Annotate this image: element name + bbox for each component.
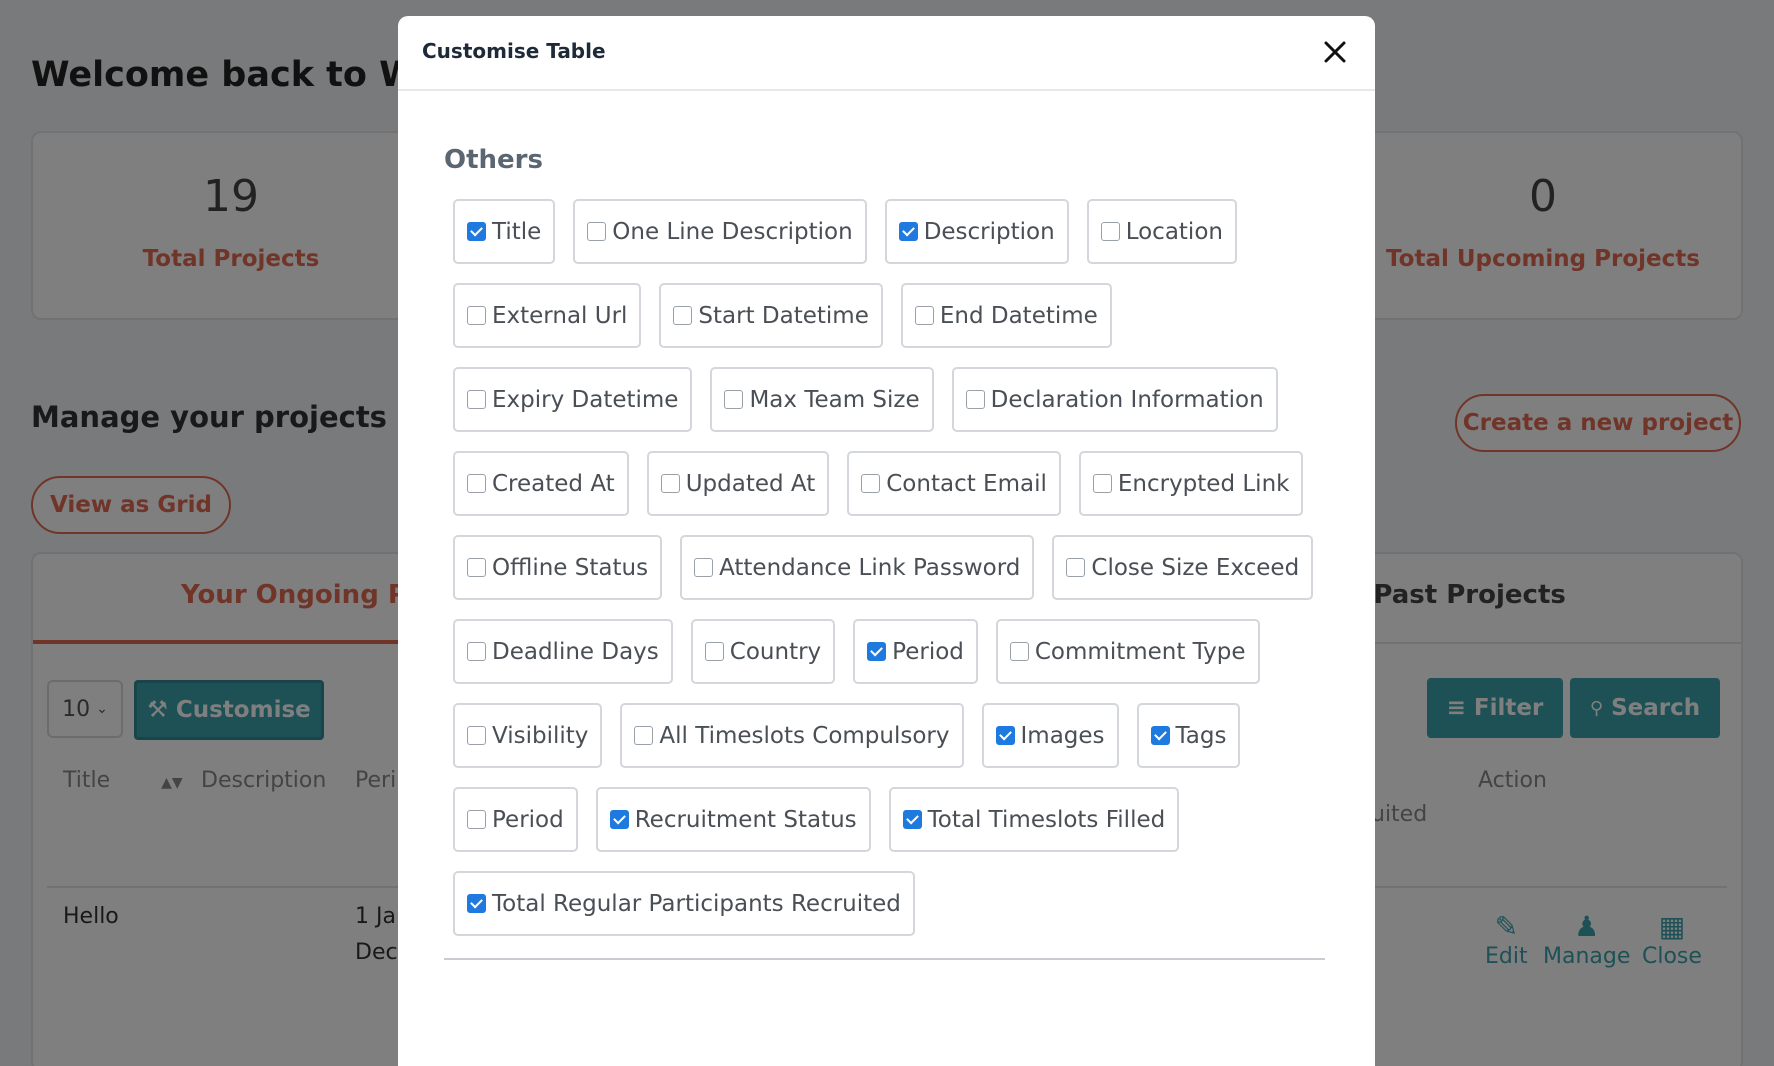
checkbox-unchecked[interactable]	[467, 306, 486, 325]
column-option-label: Contact Email	[886, 470, 1047, 497]
checkbox-checked[interactable]	[867, 642, 887, 661]
column-option[interactable]: Expiry Datetime	[453, 367, 693, 432]
column-option-label: Total Regular Participants Recruited	[492, 890, 901, 917]
checkbox-checked[interactable]	[467, 894, 486, 913]
checkbox-unchecked[interactable]	[1092, 474, 1112, 493]
column-option-label: All Timeslots Compulsory	[659, 722, 950, 749]
column-option[interactable]: Deadline Days	[453, 619, 673, 684]
checkbox-unchecked[interactable]	[467, 474, 486, 493]
column-option-label: Updated At	[685, 470, 816, 497]
checkbox-unchecked[interactable]	[724, 390, 744, 409]
column-option[interactable]: Title	[453, 199, 556, 264]
column-option[interactable]: Attendance Link Password	[680, 535, 1035, 600]
column-option[interactable]: Country	[690, 619, 836, 684]
column-option[interactable]: Description	[884, 199, 1069, 264]
checkbox-unchecked[interactable]	[467, 558, 486, 577]
column-option[interactable]: Images	[981, 703, 1119, 768]
column-option-label: One Line Description	[612, 218, 853, 245]
column-option-label: Title	[492, 218, 542, 245]
column-option-label: Commitment Type	[1034, 638, 1246, 665]
section-title: Others	[444, 145, 543, 175]
column-option[interactable]: Encrypted Link	[1078, 451, 1304, 516]
checkbox-checked[interactable]	[995, 726, 1015, 745]
column-option-label: Expiry Datetime	[492, 386, 679, 413]
column-option-label: Total Timeslots Filled	[927, 806, 1166, 833]
column-option[interactable]: Location	[1086, 199, 1237, 264]
customise-table-modal: Customise Table Others Title One Line Des…	[398, 16, 1375, 1066]
column-option-label: Visibility	[492, 722, 589, 749]
column-option[interactable]: End Datetime	[900, 283, 1112, 348]
column-option-label: Images	[1020, 722, 1105, 749]
modal-body: Others Title One Line Description Descript…	[398, 145, 1375, 960]
checkbox-unchecked[interactable]	[704, 642, 724, 661]
modal-title: Customise Table	[422, 39, 606, 63]
checkbox-checked[interactable]	[467, 222, 486, 241]
column-option-label: External Url	[492, 302, 628, 329]
column-option-label: Start Datetime	[698, 302, 869, 329]
column-option[interactable]: Created At	[453, 451, 629, 516]
checkbox-unchecked[interactable]	[467, 390, 486, 409]
column-option-label: Description	[923, 218, 1055, 245]
column-option[interactable]: Start Datetime	[659, 283, 883, 348]
checkbox-checked[interactable]	[1150, 726, 1170, 745]
modal-divider	[444, 958, 1325, 960]
checkbox-unchecked[interactable]	[467, 810, 486, 829]
column-option-label: Close Size Exceed	[1091, 554, 1300, 581]
checkbox-unchecked[interactable]	[634, 726, 654, 745]
column-option[interactable]: Updated At	[646, 451, 830, 516]
column-option-label: Tags	[1175, 722, 1227, 749]
checkbox-checked[interactable]	[902, 810, 922, 829]
column-option[interactable]: Close Size Exceed	[1052, 535, 1314, 600]
column-option-label: Created At	[492, 470, 615, 497]
column-option-label: Attendance Link Password	[719, 554, 1021, 581]
column-option-label: Location	[1125, 218, 1223, 245]
checkbox-unchecked[interactable]	[673, 306, 693, 325]
checkbox-unchecked[interactable]	[587, 222, 607, 241]
column-option-label: Encrypted Link	[1117, 470, 1290, 497]
checkbox-unchecked[interactable]	[914, 306, 934, 325]
checkbox-unchecked[interactable]	[660, 474, 680, 493]
checkbox-unchecked[interactable]	[1009, 642, 1029, 661]
column-option-label: Period	[492, 806, 564, 833]
checkbox-unchecked[interactable]	[467, 642, 486, 661]
close-icon[interactable]	[1317, 34, 1353, 70]
column-option[interactable]: Offline Status	[453, 535, 663, 600]
column-option[interactable]: All Timeslots Compulsory	[620, 703, 964, 768]
column-option[interactable]: Tags	[1136, 703, 1241, 768]
column-option[interactable]: Total Timeslots Filled	[888, 787, 1180, 852]
column-option[interactable]: Visibility	[453, 703, 603, 768]
checkbox-checked[interactable]	[609, 810, 629, 829]
column-option[interactable]: Declaration Information	[951, 367, 1278, 432]
checkbox-unchecked[interactable]	[1100, 222, 1120, 241]
column-option-label: Offline Status	[492, 554, 649, 581]
column-option-label: End Datetime	[939, 302, 1098, 329]
checkbox-unchecked[interactable]	[965, 390, 985, 409]
column-option[interactable]: One Line Description	[573, 199, 867, 264]
modal-header: Customise Table	[398, 16, 1375, 91]
column-option-label: Deadline Days	[492, 638, 659, 665]
checkbox-unchecked[interactable]	[1066, 558, 1086, 577]
checkbox-unchecked[interactable]	[694, 558, 714, 577]
column-options: Title One Line Description Description Loca…	[453, 199, 1333, 936]
column-option[interactable]: Total Regular Participants Recruited	[453, 871, 915, 936]
column-option-label: Declaration Information	[990, 386, 1264, 413]
checkbox-unchecked[interactable]	[467, 726, 486, 745]
column-option[interactable]: External Url	[453, 283, 642, 348]
column-option-label: Max Team Size	[749, 386, 920, 413]
column-option-label: Recruitment Status	[634, 806, 857, 833]
column-option[interactable]: Contact Email	[847, 451, 1061, 516]
checkbox-checked[interactable]	[898, 222, 918, 241]
column-option-label: Period	[892, 638, 964, 665]
column-option[interactable]: Commitment Type	[995, 619, 1260, 684]
checkbox-unchecked[interactable]	[861, 474, 881, 493]
column-option[interactable]: Period	[853, 619, 978, 684]
column-option-label: Country	[729, 638, 822, 665]
column-option[interactable]: Max Team Size	[710, 367, 934, 432]
column-option[interactable]: Recruitment Status	[595, 787, 871, 852]
column-option[interactable]: Period	[453, 787, 578, 852]
